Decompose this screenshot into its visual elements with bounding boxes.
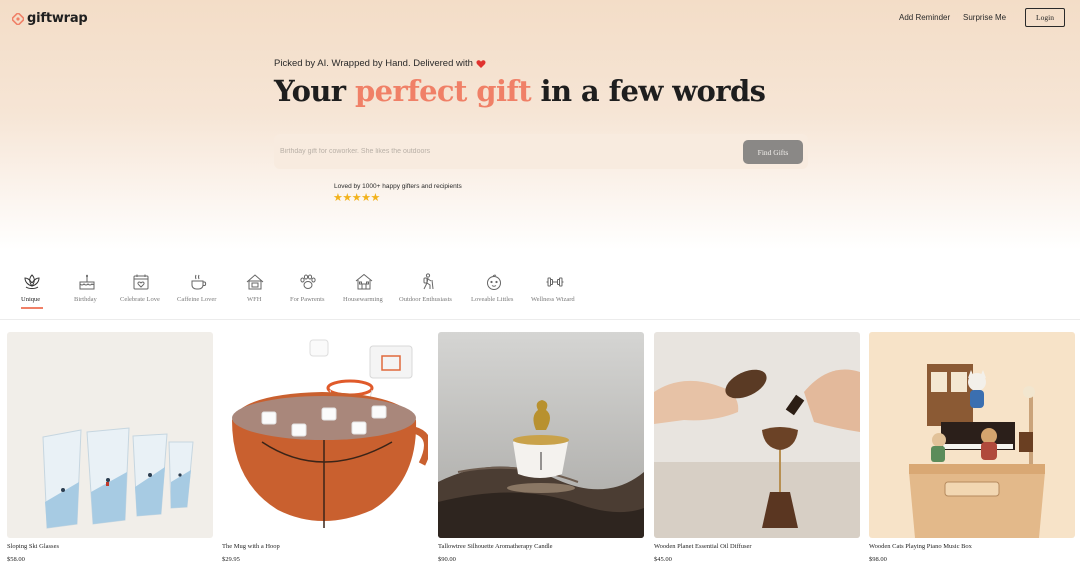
hero-background bbox=[0, 0, 1080, 250]
find-gifts-button[interactable]: Find Gifts bbox=[743, 140, 803, 164]
tab-unique[interactable]: Unique bbox=[14, 270, 50, 318]
product-price: $45.00 bbox=[654, 556, 672, 563]
tab-label: Unique bbox=[21, 296, 41, 303]
product-name[interactable]: Tallowtree Silhouette Aromatherapy Candl… bbox=[438, 543, 553, 550]
product-image-ski-glasses[interactable] bbox=[7, 332, 213, 538]
product-image-oil-diffuser[interactable] bbox=[654, 332, 860, 538]
tab-label: Housewarming bbox=[343, 296, 383, 303]
tab-label: For Pawrents bbox=[290, 296, 325, 303]
tagline: Picked by AI. Wrapped by Hand. Delivered… bbox=[274, 58, 486, 69]
dumbbell-icon bbox=[546, 277, 564, 287]
login-button[interactable]: Login bbox=[1025, 8, 1065, 27]
tab-label: Loveable Littles bbox=[471, 296, 514, 303]
tab-for-pawrents[interactable]: For Pawrents bbox=[288, 270, 328, 318]
search-input[interactable] bbox=[274, 134, 734, 169]
tab-wellness-wizard[interactable]: Wellness Wizard bbox=[530, 270, 580, 318]
tab-label: Outdoor Enthusiasts bbox=[399, 296, 452, 303]
add-reminder-link[interactable]: Add Reminder bbox=[899, 13, 950, 22]
product-name[interactable]: Wooden Cats Playing Piano Music Box bbox=[869, 543, 972, 550]
coffee-cup-icon bbox=[191, 274, 207, 290]
tab-celebrate-love[interactable]: Celebrate Love bbox=[118, 270, 164, 318]
active-tab-indicator bbox=[21, 307, 43, 309]
logo-text: giftwrap bbox=[27, 11, 88, 26]
house-icon bbox=[355, 273, 373, 290]
product-price: $90.00 bbox=[438, 556, 456, 563]
tab-label: Wellness Wizard bbox=[531, 296, 575, 303]
hiker-icon bbox=[423, 273, 434, 290]
tab-caffeine-lover[interactable]: Caffeine Lover bbox=[176, 270, 222, 318]
lotus-icon bbox=[24, 274, 40, 289]
rating-stars-icon: ★★★★★ bbox=[333, 192, 380, 204]
category-tabs: Unique Birthday Celebrate Love Caffeine … bbox=[0, 270, 1080, 320]
top-nav: giftwrap Add Reminder Surprise Me Login bbox=[0, 0, 1080, 36]
tab-housewarming[interactable]: Housewarming bbox=[342, 270, 386, 318]
tab-loveable-littles[interactable]: Loveable Littles bbox=[470, 270, 518, 318]
tab-label: Caffeine Lover bbox=[177, 296, 217, 303]
surprise-me-link[interactable]: Surprise Me bbox=[963, 13, 1006, 22]
tab-label: Celebrate Love bbox=[120, 296, 160, 303]
calendar-heart-icon bbox=[133, 274, 149, 290]
product-price: $98.00 bbox=[869, 556, 887, 563]
tagline-text: Picked by AI. Wrapped by Hand. Delivered… bbox=[274, 58, 473, 69]
product-image-mug-hoop[interactable] bbox=[222, 332, 428, 538]
tab-birthday[interactable]: Birthday bbox=[70, 270, 104, 318]
headline-accent: perfect gift bbox=[354, 74, 532, 108]
logo[interactable]: giftwrap bbox=[12, 11, 88, 26]
tab-label: Birthday bbox=[74, 296, 97, 303]
paw-icon bbox=[300, 274, 316, 289]
product-image-aromatherapy-candle[interactable] bbox=[438, 332, 644, 538]
home-office-icon bbox=[246, 274, 264, 290]
headline-prefix: Your bbox=[274, 74, 355, 108]
heart-icon bbox=[476, 59, 486, 68]
gift-logo-icon bbox=[12, 12, 24, 25]
tab-outdoor-enthusiasts[interactable]: Outdoor Enthusiasts bbox=[398, 270, 458, 318]
baby-icon bbox=[487, 274, 501, 290]
social-proof-text: Loved by 1000+ happy gifters and recipie… bbox=[334, 183, 462, 190]
page-title: Your perfect gift in a few words bbox=[274, 74, 766, 108]
headline-suffix: in a few words bbox=[531, 74, 766, 108]
product-name[interactable]: Sloping Ski Glasses bbox=[7, 543, 59, 550]
product-name[interactable]: Wooden Planet Essential Oil Diffuser bbox=[654, 543, 752, 550]
tab-wfh[interactable]: WFH bbox=[240, 270, 270, 318]
product-name[interactable]: The Mug with a Hoop bbox=[222, 543, 280, 550]
product-price: $58.00 bbox=[7, 556, 25, 563]
tab-label: WFH bbox=[247, 296, 262, 303]
product-image-music-box[interactable] bbox=[869, 332, 1075, 538]
product-price: $29.95 bbox=[222, 556, 240, 563]
cake-icon bbox=[79, 274, 95, 290]
search-box bbox=[274, 134, 808, 169]
